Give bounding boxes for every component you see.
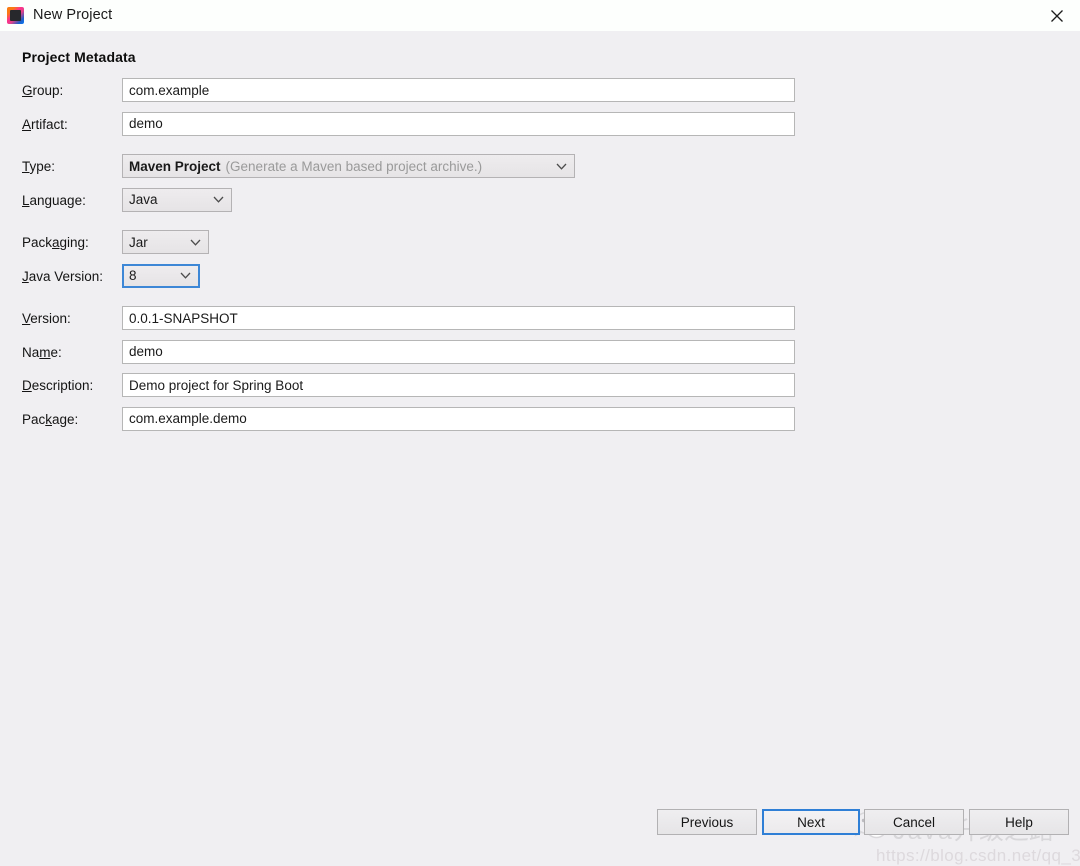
packaging-dropdown[interactable]: Jar xyxy=(122,230,209,254)
packaging-value: Jar xyxy=(129,235,148,250)
cancel-button[interactable]: Cancel xyxy=(864,809,964,835)
mnemonic-artifact: A xyxy=(22,117,31,132)
title-bar: New Project xyxy=(0,0,1080,31)
form-row-type: Type: Maven Project (Generate a Maven ba… xyxy=(0,154,1080,188)
label-name: Name: xyxy=(22,345,62,360)
next-button[interactable]: Next xyxy=(762,809,860,835)
type-hint: (Generate a Maven based project archive.… xyxy=(226,159,483,174)
form-row-group: Group: com.example xyxy=(0,78,1080,112)
chevron-down-icon xyxy=(180,266,191,286)
chevron-down-icon xyxy=(213,189,224,211)
mnemonic-java-version: J xyxy=(22,269,29,284)
chevron-down-icon xyxy=(556,155,567,177)
label-version: Version: xyxy=(22,311,71,326)
mnemonic-language: L xyxy=(22,193,30,208)
mnemonic-description: D xyxy=(22,378,32,393)
mnemonic-type: T xyxy=(22,159,30,174)
previous-button[interactable]: Previous xyxy=(657,809,757,835)
label-java-version: Java Version: xyxy=(22,269,103,284)
form-row-java-version: Java Version: 8 xyxy=(0,264,1080,298)
label-language: Language: xyxy=(22,193,86,208)
close-button[interactable] xyxy=(1034,0,1080,31)
form-row-version: Version: 0.0.1-SNAPSHOT xyxy=(0,306,1080,340)
form-row-description: Description: Demo project for Spring Boo… xyxy=(0,373,1080,407)
page-title: Project Metadata xyxy=(22,49,136,65)
label-type: Type: xyxy=(22,159,55,174)
language-dropdown[interactable]: Java xyxy=(122,188,232,212)
name-input[interactable]: demo xyxy=(122,340,795,364)
java-version-dropdown[interactable]: 8 xyxy=(122,264,200,288)
project-metadata-form: Group: com.example Artifact: demo Type: … xyxy=(0,78,1080,440)
dialog-button-bar: Previous Next Cancel Help xyxy=(0,809,1080,835)
label-description: Description: xyxy=(22,378,93,393)
label-package: Package: xyxy=(22,412,78,427)
mnemonic-name: m xyxy=(39,345,50,360)
description-input[interactable]: Demo project for Spring Boot xyxy=(122,373,795,397)
group-input[interactable]: com.example xyxy=(122,78,795,102)
type-value: Maven Project xyxy=(129,159,221,174)
form-row-packaging: Packaging: Jar xyxy=(0,230,1080,264)
form-row-name: Name: demo xyxy=(0,340,1080,374)
watermark-url: https://blog.csdn.net/qq_34859365 xyxy=(876,846,1080,866)
language-value: Java xyxy=(129,192,158,207)
label-packaging: Packaging: xyxy=(22,235,89,250)
form-row-package: Package: com.example.demo xyxy=(0,407,1080,441)
chevron-down-icon xyxy=(190,231,201,253)
mnemonic-package: k xyxy=(45,412,52,427)
label-artifact: Artifact: xyxy=(22,117,68,132)
package-input[interactable]: com.example.demo xyxy=(122,407,795,431)
close-icon xyxy=(1050,9,1064,23)
mnemonic-group: G xyxy=(22,83,33,98)
artifact-input[interactable]: demo xyxy=(122,112,795,136)
version-input[interactable]: 0.0.1-SNAPSHOT xyxy=(122,306,795,330)
mnemonic-packaging: a xyxy=(52,235,60,250)
help-button[interactable]: Help xyxy=(969,809,1069,835)
form-row-artifact: Artifact: demo xyxy=(0,112,1080,146)
dialog-content: Project Metadata Group: com.example Arti… xyxy=(0,31,1080,841)
java-version-value: 8 xyxy=(129,268,137,283)
form-row-language: Language: Java xyxy=(0,188,1080,222)
type-dropdown[interactable]: Maven Project (Generate a Maven based pr… xyxy=(122,154,575,178)
window-title: New Project xyxy=(33,7,112,23)
intellij-idea-icon xyxy=(7,7,24,24)
label-group: Group: xyxy=(22,83,63,98)
